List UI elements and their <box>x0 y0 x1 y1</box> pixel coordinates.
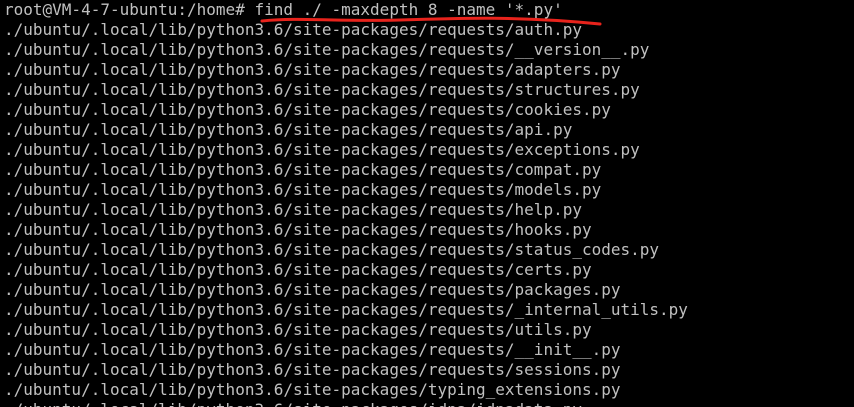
command-line: root@VM-4-7-ubuntu:/home# find ./ -maxde… <box>4 0 688 20</box>
output-line: ./ubuntu/.local/lib/python3.6/site-packa… <box>4 360 621 379</box>
output-line: ./ubuntu/.local/lib/python3.6/site-packa… <box>4 180 602 199</box>
output-line: ./ubuntu/.local/lib/python3.6/site-packa… <box>4 280 621 299</box>
output-line: ./ubuntu/.local/lib/python3.6/site-packa… <box>4 100 611 119</box>
output-line: ./ubuntu/.local/lib/python3.6/site-packa… <box>4 340 621 359</box>
output-line: ./ubuntu/.local/lib/python3.6/site-packa… <box>4 320 592 339</box>
output-line: ./ubuntu/.local/lib/python3.6/site-packa… <box>4 380 621 399</box>
shell-command: find ./ -maxdepth 8 -name '*.py' <box>254 0 563 19</box>
terminal-window[interactable]: root@VM-4-7-ubuntu:/home# find ./ -maxde… <box>0 0 854 407</box>
output-line: ./ubuntu/.local/lib/python3.6/site-packa… <box>4 120 573 139</box>
output-line: ./ubuntu/.local/lib/python3.6/site-packa… <box>4 80 640 99</box>
output-line: ./ubuntu/.local/lib/python3.6/site-packa… <box>4 60 621 79</box>
output-line: ./ubuntu/.local/lib/python3.6/site-packa… <box>4 160 602 179</box>
terminal-output: root@VM-4-7-ubuntu:/home# find ./ -maxde… <box>4 0 688 407</box>
output-line: ./ubuntu/.local/lib/python3.6/site-packa… <box>4 260 592 279</box>
output-line: ./ubuntu/.local/lib/python3.6/site-packa… <box>4 300 688 319</box>
output-line: ./ubuntu/.local/lib/python3.6/site-packa… <box>4 20 582 39</box>
output-line: ./ubuntu/.local/lib/python3.6/site-packa… <box>4 200 582 219</box>
shell-prompt: root@VM-4-7-ubuntu:/home# <box>4 0 255 19</box>
output-line: ./ubuntu/.local/lib/python3.6/site-packa… <box>4 400 688 407</box>
output-line: ./ubuntu/.local/lib/python3.6/site-packa… <box>4 240 660 259</box>
output-line: ./ubuntu/.local/lib/python3.6/site-packa… <box>4 140 640 159</box>
output-line: ./ubuntu/.local/lib/python3.6/site-packa… <box>4 220 592 239</box>
output-line: ./ubuntu/.local/lib/python3.6/site-packa… <box>4 40 650 59</box>
